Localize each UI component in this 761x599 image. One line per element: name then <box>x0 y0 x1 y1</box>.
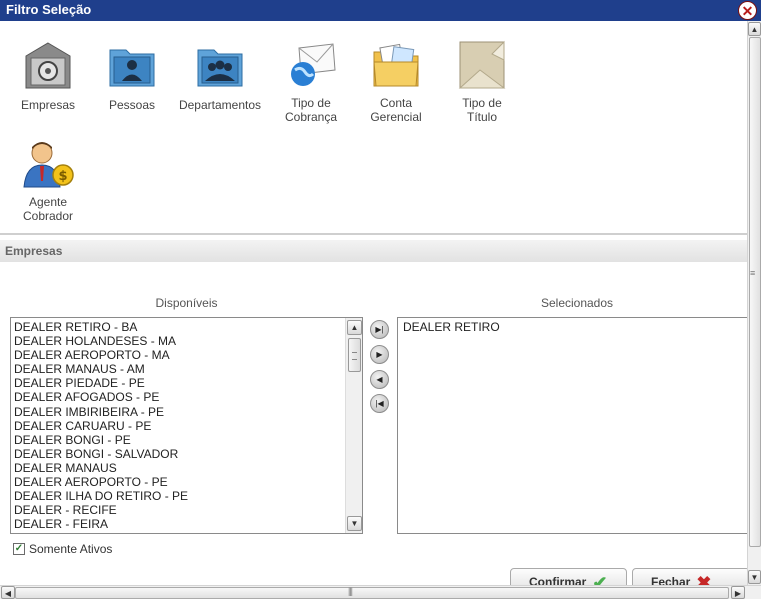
list-item[interactable]: DEALER MANAUS - AM <box>11 362 344 376</box>
documents-folder-icon <box>373 43 419 87</box>
x-icon: ✖ <box>696 572 712 585</box>
list-item[interactable]: DEALER AEROPORTO - MA <box>11 348 344 362</box>
tile-empresas[interactable]: Empresas <box>3 40 93 112</box>
list-item[interactable]: DEALER BONGI - PE <box>11 433 344 447</box>
move-all-left-icon[interactable]: |◀ <box>370 394 389 413</box>
tile-label: Agente Cobrador <box>22 195 74 223</box>
move-right-icon[interactable]: ▶ <box>370 345 389 364</box>
scroll-thumb[interactable] <box>15 587 729 599</box>
list-item[interactable]: DEALER RETIRO - BA <box>11 320 344 334</box>
tile-departamentos[interactable]: Departamentos <box>175 40 265 112</box>
active-only-option[interactable]: ✓ Somente Ativos <box>13 542 112 556</box>
active-only-checkbox[interactable]: ✓ <box>13 543 25 555</box>
list-item[interactable]: DEALER - RECIFE <box>11 503 344 517</box>
tile-label: Tipo de Cobrança <box>284 96 338 124</box>
scroll-left-icon[interactable]: ◀ <box>1 586 15 599</box>
list-item[interactable]: DEALER ILHA DO RETIRO - PE <box>11 489 344 503</box>
available-list[interactable]: DEALER RETIRO - BA DEALER HOLANDESES - MA… <box>10 317 363 534</box>
scroll-thumb[interactable] <box>348 338 361 372</box>
close-icon[interactable]: ✕ <box>738 1 757 20</box>
confirm-button[interactable]: Confirmar ✔ <box>510 568 627 585</box>
section-header: Empresas <box>0 240 747 262</box>
svg-text:$: $ <box>58 169 67 184</box>
dialog-content: Empresas Pessoas Departamentos Tipo de C… <box>0 21 747 585</box>
tile-tipo-de-titulo[interactable]: Tipo de Título <box>437 40 527 124</box>
selected-list[interactable]: DEALER RETIRO <box>397 317 747 534</box>
scroll-thumb[interactable] <box>749 37 761 547</box>
available-list-scrollbar[interactable]: ▲ ▼ <box>345 318 362 533</box>
agent-money-icon: $ <box>23 142 74 188</box>
list-item[interactable]: DEALER HOLANDESES - MA <box>11 334 344 348</box>
group-folder-icon <box>197 49 243 87</box>
active-only-label: Somente Ativos <box>29 542 113 556</box>
list-item[interactable]: DEALER IMBIRIBEIRA - PE <box>11 405 344 419</box>
list-item[interactable]: DEALER BONGI - SALVADOR <box>11 447 344 461</box>
window-vertical-scrollbar[interactable]: ▲ ≡ ▼ <box>747 21 761 585</box>
safe-icon <box>25 42 71 89</box>
window-title: Filtro Seleção <box>6 2 92 17</box>
window-horizontal-scrollbar[interactable]: ◀ ||| ▶ <box>0 585 761 599</box>
list-item[interactable]: DEALER AEROPORTO - PE <box>11 475 344 489</box>
tile-label: Departamentos <box>178 98 262 112</box>
envelope-globe-icon <box>291 43 336 86</box>
list-item[interactable]: DEALER MANAUS <box>11 461 344 475</box>
move-all-right-icon[interactable]: ▶| <box>370 320 389 339</box>
list-item[interactable]: DEALER PIEDADE - PE <box>11 376 344 390</box>
list-item[interactable]: DEALER RETIRO <box>400 320 747 334</box>
tile-tipo-de-cobranca[interactable]: Tipo de Cobrança <box>266 40 356 124</box>
tile-pessoas[interactable]: Pessoas <box>87 40 177 112</box>
scroll-up-icon[interactable]: ▲ <box>748 22 761 36</box>
tile-label: Pessoas <box>108 98 156 112</box>
scroll-right-icon[interactable]: ▶ <box>731 586 745 599</box>
paper-icon <box>458 40 506 89</box>
check-icon: ✔ <box>592 572 608 585</box>
tile-label: Empresas <box>20 98 76 112</box>
tile-conta-gerencial[interactable]: Conta Gerencial <box>351 40 441 124</box>
window-titlebar: Filtro Seleção ✕ <box>0 0 761 21</box>
available-list-title: Disponíveis <box>155 296 218 310</box>
move-left-icon[interactable]: ◀ <box>370 370 389 389</box>
list-item[interactable]: DEALER - FEIRA <box>11 517 344 531</box>
divider <box>0 233 747 235</box>
scroll-down-icon[interactable]: ▼ <box>347 516 362 531</box>
person-folder-icon <box>109 49 155 87</box>
list-item[interactable]: DEALER CARUARU - PE <box>11 419 344 433</box>
close-button[interactable]: Fechar ✖ <box>632 568 747 585</box>
tile-agente-cobrador[interactable]: $ Agente Cobrador <box>3 139 93 223</box>
tile-label: Tipo de Título <box>462 96 502 124</box>
scroll-down-icon[interactable]: ▼ <box>748 570 761 584</box>
scroll-up-icon[interactable]: ▲ <box>347 320 362 335</box>
tile-label: Conta Gerencial <box>370 96 422 124</box>
list-item[interactable]: DEALER AFOGADOS - PE <box>11 390 344 404</box>
selected-list-title: Selecionados <box>540 296 614 310</box>
